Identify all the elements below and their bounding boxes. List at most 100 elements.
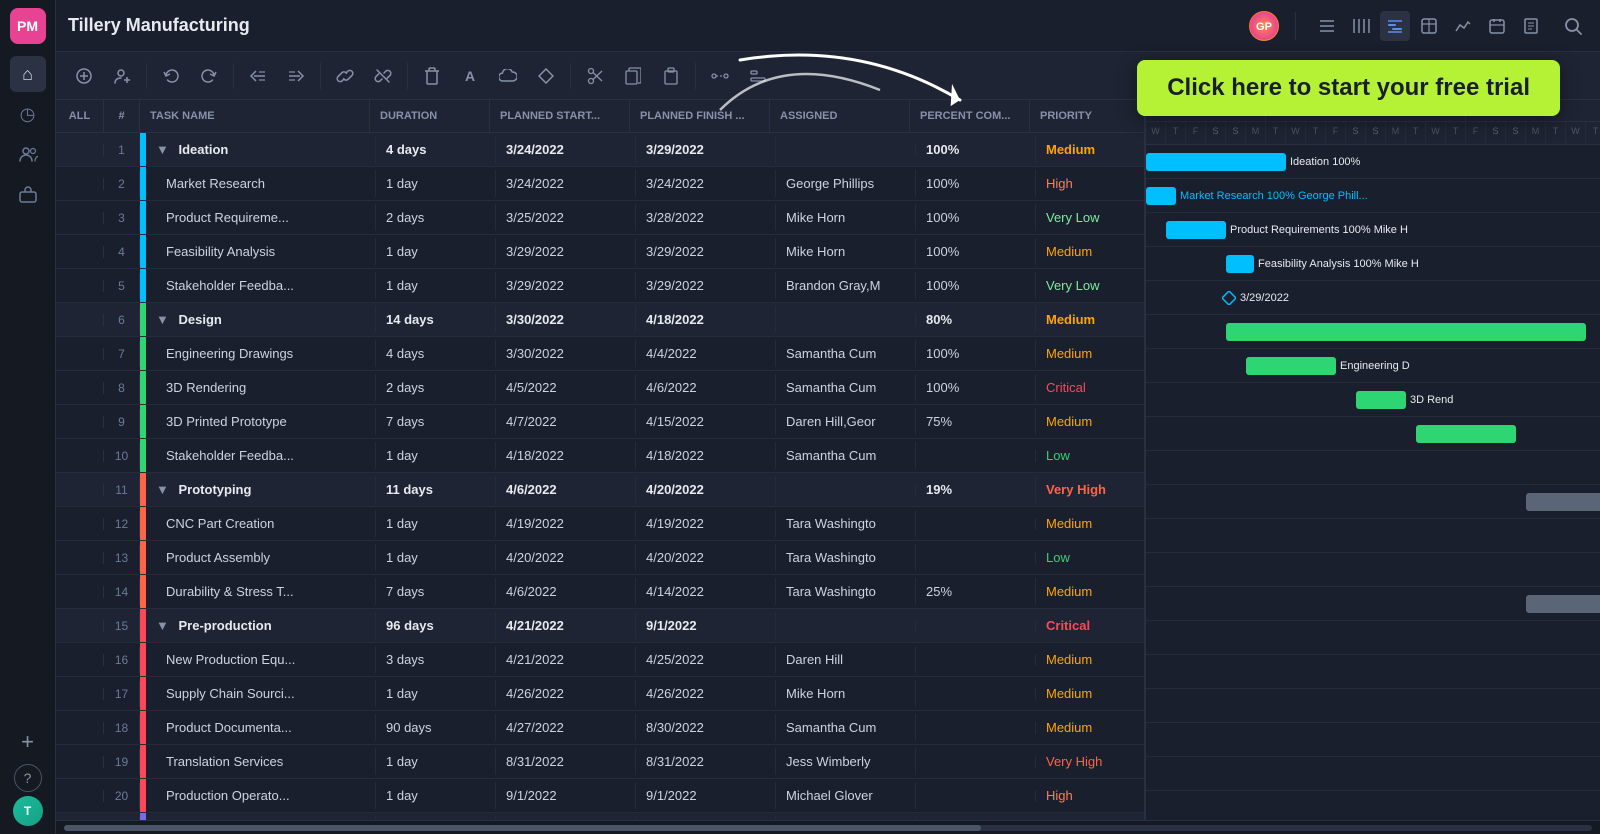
row-task-name[interactable]: 3D Rendering: [146, 374, 376, 401]
sidebar-add-icon[interactable]: +: [10, 724, 46, 760]
table-row[interactable]: 6 ▼ Design 14 days 3/30/2022 4/18/2022 8…: [56, 303, 1144, 337]
gantt-bar-design[interactable]: [1226, 323, 1586, 341]
table-row[interactable]: 10 Stakeholder Feedba... 1 day 4/18/2022…: [56, 439, 1144, 473]
row-check[interactable]: [56, 586, 104, 598]
scrollbar-thumb[interactable]: [64, 825, 981, 831]
row-task-name[interactable]: Durability & Stress T...: [146, 578, 376, 605]
gantt-bar-3d-rendering[interactable]: [1356, 391, 1406, 409]
sidebar-item-clock[interactable]: ◷: [10, 96, 46, 132]
toolbar-cloud[interactable]: [492, 60, 524, 92]
expand-icon[interactable]: ▼: [156, 482, 169, 497]
sidebar-item-briefcase[interactable]: [10, 176, 46, 212]
table-row[interactable]: 13 Product Assembly 1 day 4/20/2022 4/20…: [56, 541, 1144, 575]
table-row[interactable]: 21 ▼ Compliance 3 days 9/7/2022 9/9/2022…: [56, 813, 1144, 820]
toolbar-indent-in[interactable]: [280, 60, 312, 92]
row-task-name[interactable]: Product Documenta...: [146, 714, 376, 741]
row-check[interactable]: [56, 620, 104, 632]
row-task-name[interactable]: CNC Part Creation: [146, 510, 376, 537]
toolbar-link[interactable]: [329, 60, 361, 92]
scrollbar-track[interactable]: [64, 825, 1592, 831]
gantt-bar-product-req[interactable]: [1166, 221, 1226, 239]
toolbar-unlink[interactable]: [367, 60, 399, 92]
row-task-name[interactable]: 3D Printed Prototype: [146, 408, 376, 435]
row-check[interactable]: [56, 348, 104, 360]
col-assigned[interactable]: ASSIGNED: [770, 100, 910, 132]
row-check[interactable]: [56, 552, 104, 564]
col-priority[interactable]: PRIORITY: [1030, 100, 1146, 132]
toolbar-diamond[interactable]: [530, 60, 562, 92]
row-task-name[interactable]: New Production Equ...: [146, 646, 376, 673]
gantt-bar-eng-drawings[interactable]: [1246, 357, 1336, 375]
toolbar-paste[interactable]: [655, 60, 687, 92]
table-row[interactable]: 20 Production Operato... 1 day 9/1/2022 …: [56, 779, 1144, 813]
toolbar-scissors[interactable]: [579, 60, 611, 92]
expand-icon[interactable]: ▼: [156, 312, 169, 327]
sidebar-item-people[interactable]: [10, 136, 46, 172]
view-list-icon[interactable]: [1312, 11, 1342, 41]
toolbar-add-user[interactable]: [106, 60, 138, 92]
row-check[interactable]: [56, 314, 104, 326]
col-planned-start[interactable]: PLANNED START...: [490, 100, 630, 132]
table-row[interactable]: 5 Stakeholder Feedba... 1 day 3/29/2022 …: [56, 269, 1144, 303]
table-row[interactable]: 9 3D Printed Prototype 7 days 4/7/2022 4…: [56, 405, 1144, 439]
app-logo[interactable]: PM: [10, 8, 46, 44]
search-icon-top[interactable]: [1558, 11, 1588, 41]
table-row[interactable]: 14 Durability & Stress T... 7 days 4/6/2…: [56, 575, 1144, 609]
row-check[interactable]: [56, 382, 104, 394]
table-row[interactable]: 7 Engineering Drawings 4 days 3/30/2022 …: [56, 337, 1144, 371]
row-check[interactable]: [56, 416, 104, 428]
gantt-bar-ideation[interactable]: [1146, 153, 1286, 171]
row-task-name[interactable]: ▼ Design: [146, 306, 376, 333]
table-row[interactable]: 8 3D Rendering 2 days 4/5/2022 4/6/2022 …: [56, 371, 1144, 405]
row-task-name[interactable]: Stakeholder Feedba...: [146, 272, 376, 299]
expand-icon[interactable]: ▼: [156, 142, 169, 157]
table-row[interactable]: 1 ▼ Ideation 4 days 3/24/2022 3/29/2022 …: [56, 133, 1144, 167]
row-task-name[interactable]: ▼ Pre-production: [146, 612, 376, 639]
row-task-name[interactable]: Feasibility Analysis: [146, 238, 376, 265]
toolbar-indent-out[interactable]: [242, 60, 274, 92]
gantt-chart[interactable]: MAR, 27 22 APR, 3 22 APR, 10 22 W T F S …: [1146, 100, 1600, 820]
row-check[interactable]: [56, 484, 104, 496]
row-check[interactable]: [56, 688, 104, 700]
row-check[interactable]: [56, 280, 104, 292]
table-row[interactable]: 15 ▼ Pre-production 96 days 4/21/2022 9/…: [56, 609, 1144, 643]
col-all[interactable]: ALL: [56, 100, 104, 132]
row-check[interactable]: [56, 246, 104, 258]
sidebar-item-home[interactable]: ⌂: [10, 56, 46, 92]
col-duration[interactable]: DURATION: [370, 100, 490, 132]
table-row[interactable]: 12 CNC Part Creation 1 day 4/19/2022 4/1…: [56, 507, 1144, 541]
toolbar-undo[interactable]: [155, 60, 187, 92]
row-task-name[interactable]: Production Operato...: [146, 782, 376, 809]
toolbar-delete[interactable]: [416, 60, 448, 92]
sidebar-help-icon[interactable]: ?: [14, 764, 42, 792]
toolbar-critical-path[interactable]: [704, 60, 736, 92]
free-trial-banner[interactable]: Click here to start your free trial: [1137, 60, 1560, 116]
gantt-bar-market-research[interactable]: [1146, 187, 1176, 205]
table-row[interactable]: 2 Market Research 1 day 3/24/2022 3/24/2…: [56, 167, 1144, 201]
row-check[interactable]: [56, 144, 104, 156]
table-row[interactable]: 3 Product Requireme... 2 days 3/25/2022 …: [56, 201, 1144, 235]
row-task-name[interactable]: Translation Services: [146, 748, 376, 775]
toolbar-copy[interactable]: [617, 60, 649, 92]
table-row[interactable]: 18 Product Documenta... 90 days 4/27/202…: [56, 711, 1144, 745]
view-page-icon[interactable]: [1516, 11, 1546, 41]
gantt-bar-feasibility[interactable]: [1226, 255, 1254, 273]
user-avatar-main[interactable]: GP: [1249, 11, 1279, 41]
row-task-name[interactable]: Supply Chain Sourci...: [146, 680, 376, 707]
toolbar-redo[interactable]: [193, 60, 225, 92]
gantt-bar-prototyping[interactable]: [1526, 493, 1600, 511]
sidebar-user-avatar[interactable]: T: [13, 796, 43, 826]
view-table-icon[interactable]: [1414, 11, 1444, 41]
toolbar-add-task[interactable]: [68, 60, 100, 92]
col-task-name[interactable]: TASK NAME: [140, 100, 370, 132]
col-planned-finish[interactable]: PLANNED FINISH ...: [630, 100, 770, 132]
gantt-bar-durability[interactable]: [1526, 595, 1600, 613]
row-check[interactable]: [56, 722, 104, 734]
row-check[interactable]: [56, 756, 104, 768]
row-task-name[interactable]: ▼ Ideation: [146, 136, 376, 163]
row-check[interactable]: [56, 178, 104, 190]
row-check[interactable]: [56, 212, 104, 224]
row-check[interactable]: [56, 654, 104, 666]
view-chart-icon[interactable]: [1448, 11, 1478, 41]
table-row[interactable]: 11 ▼ Prototyping 11 days 4/6/2022 4/20/2…: [56, 473, 1144, 507]
